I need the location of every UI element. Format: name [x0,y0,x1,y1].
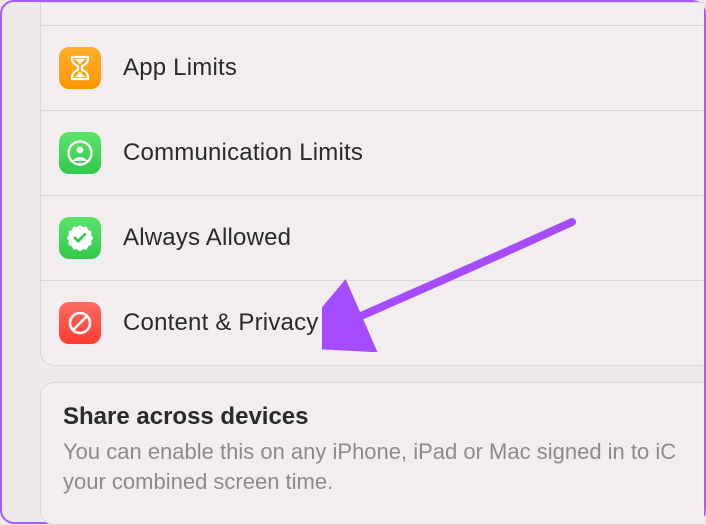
share-across-devices-section[interactable]: Share across devices You can enable this… [40,382,704,525]
nosign-icon [59,302,101,344]
row-label: Communication Limits [123,139,363,167]
row-always-allowed[interactable]: Always Allowed [41,195,704,280]
row-content-privacy[interactable]: Content & Privacy [41,280,704,365]
screen-time-settings-list: App Limits Communication Limits Always A… [40,2,704,366]
person-circle-icon [59,132,101,174]
row-label: Always Allowed [123,224,291,252]
section-description: You can enable this on any iPhone, iPad … [63,437,682,496]
row-label: Content & Privacy [123,309,318,337]
row-app-limits[interactable]: App Limits [41,25,704,110]
checkmark-seal-icon [59,217,101,259]
section-title: Share across devices [63,403,682,431]
row-label: App Limits [123,54,237,82]
list-top-edge [41,2,704,25]
row-communication-limits[interactable]: Communication Limits [41,110,704,195]
hourglass-icon [59,47,101,89]
